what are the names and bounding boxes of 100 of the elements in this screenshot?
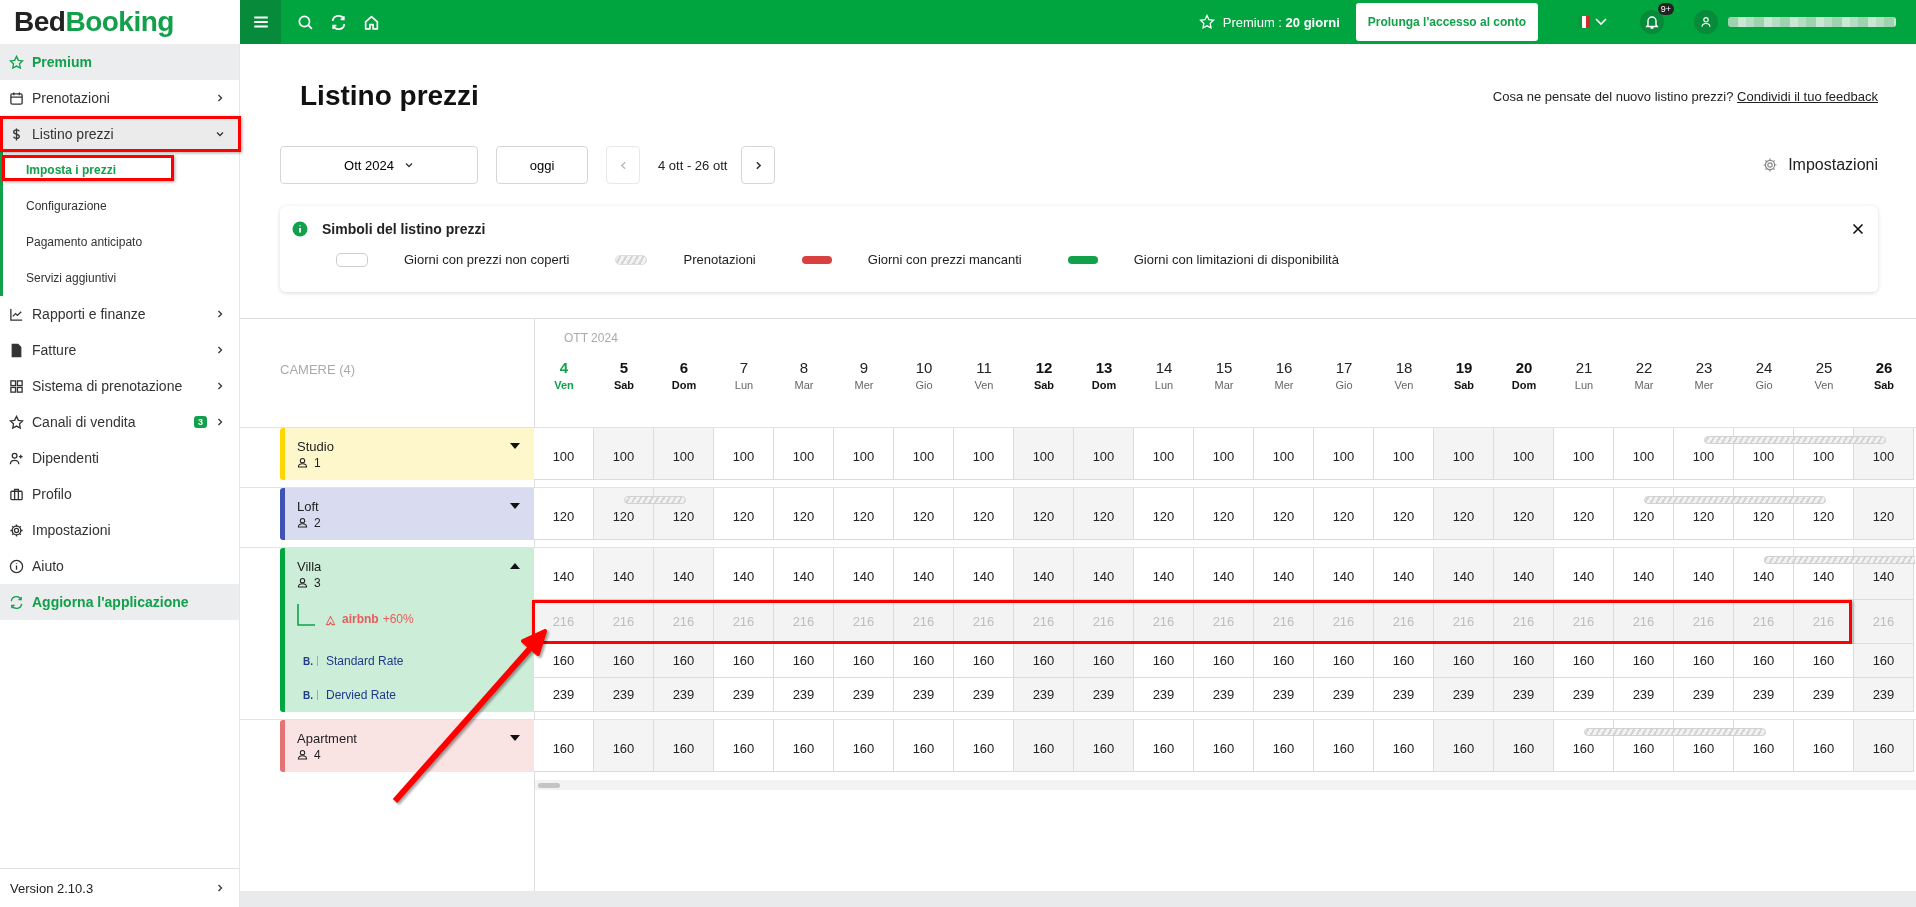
price-cell[interactable]: 120 (1254, 488, 1314, 540)
price-cell[interactable]: 140 (1734, 548, 1794, 600)
price-cell[interactable]: 120 (1554, 488, 1614, 540)
price-cell[interactable]: 100 (1374, 428, 1434, 480)
price-cell[interactable]: 100 (1614, 428, 1674, 480)
price-cell[interactable]: 120 (654, 488, 714, 540)
submenu-item[interactable]: Pagamento anticipato (3, 224, 239, 260)
submenu-item[interactable]: Servizi aggiuntivi (3, 260, 239, 296)
price-cell[interactable]: 160 (1134, 644, 1194, 678)
room-card[interactable]: Villa 3 airbnb +60% B. Standard Rate B. Dervied Rate (280, 548, 534, 712)
price-cell[interactable]: 100 (654, 428, 714, 480)
price-cell[interactable]: 100 (774, 428, 834, 480)
price-cell[interactable]: 160 (1374, 720, 1434, 772)
price-cell[interactable]: 160 (654, 720, 714, 772)
price-cell[interactable]: 160 (1014, 644, 1074, 678)
price-cell[interactable]: 160 (834, 720, 894, 772)
price-cell[interactable]: 120 (1614, 488, 1674, 540)
price-cell[interactable]: 100 (1134, 428, 1194, 480)
price-cell[interactable]: 100 (834, 428, 894, 480)
price-cell[interactable]: 239 (1134, 678, 1194, 712)
version-item[interactable]: Version 2.10.3 (0, 868, 239, 907)
price-cell[interactable]: 140 (1374, 548, 1434, 600)
price-cell[interactable]: 140 (1074, 548, 1134, 600)
price-cell[interactable]: 140 (834, 548, 894, 600)
price-cell[interactable]: 120 (1794, 488, 1854, 540)
price-cell[interactable]: 160 (534, 720, 594, 772)
price-cell[interactable]: 160 (1554, 644, 1614, 678)
language-selector[interactable] (1578, 16, 1608, 28)
price-cell[interactable]: 100 (1014, 428, 1074, 480)
price-cell[interactable]: 239 (1254, 678, 1314, 712)
price-cell[interactable]: 160 (1314, 644, 1374, 678)
price-cell[interactable]: 239 (1074, 678, 1134, 712)
price-cell[interactable]: 239 (1434, 678, 1494, 712)
price-cell[interactable]: 120 (1014, 488, 1074, 540)
price-cell[interactable]: 239 (834, 678, 894, 712)
price-cell[interactable]: 120 (1074, 488, 1134, 540)
price-cell[interactable]: 239 (714, 678, 774, 712)
price-cell[interactable]: 160 (774, 644, 834, 678)
price-cell[interactable]: 160 (714, 644, 774, 678)
price-cell[interactable]: 100 (1854, 428, 1914, 480)
sidebar-item[interactable]: Sistema di prenotazione (0, 368, 239, 404)
price-cell[interactable]: 120 (774, 488, 834, 540)
price-cell[interactable]: 120 (1134, 488, 1194, 540)
menu-button[interactable] (240, 0, 281, 44)
price-cell[interactable]: 100 (1194, 428, 1254, 480)
sidebar-item[interactable]: Dipendenti (0, 440, 239, 476)
price-cell[interactable]: 140 (1254, 548, 1314, 600)
price-cell[interactable]: 100 (714, 428, 774, 480)
price-cell[interactable]: 239 (654, 678, 714, 712)
price-cell[interactable]: 100 (1494, 428, 1554, 480)
price-cell[interactable]: 100 (1554, 428, 1614, 480)
price-cell[interactable]: 100 (1254, 428, 1314, 480)
price-cell[interactable]: 239 (1794, 678, 1854, 712)
price-cell[interactable]: 160 (894, 720, 954, 772)
price-cell[interactable]: 100 (594, 428, 654, 480)
price-cell[interactable]: 239 (1014, 678, 1074, 712)
price-cell[interactable]: 239 (1674, 678, 1734, 712)
caret-icon[interactable] (510, 735, 520, 741)
price-cell[interactable]: 239 (774, 678, 834, 712)
price-cell[interactable]: 239 (1494, 678, 1554, 712)
caret-icon[interactable] (510, 443, 520, 449)
month-select[interactable]: Ott 2024 (280, 146, 478, 184)
price-cell[interactable]: 239 (534, 678, 594, 712)
price-cell[interactable]: 120 (714, 488, 774, 540)
price-cell[interactable]: 239 (594, 678, 654, 712)
price-cell[interactable]: 160 (1074, 644, 1134, 678)
price-cell[interactable]: 160 (1734, 720, 1794, 772)
today-button[interactable]: oggi (496, 146, 588, 184)
price-cell[interactable]: 120 (534, 488, 594, 540)
price-cell[interactable]: 160 (1254, 644, 1314, 678)
price-cell[interactable]: 160 (1134, 720, 1194, 772)
close-icon[interactable] (1852, 223, 1864, 235)
price-cell[interactable]: 160 (1494, 720, 1554, 772)
price-cell[interactable]: 100 (954, 428, 1014, 480)
price-cell[interactable]: 160 (954, 644, 1014, 678)
settings-button[interactable]: Impostazioni (1762, 156, 1878, 174)
price-cell[interactable]: 140 (654, 548, 714, 600)
sidebar-item[interactable]: Aiuto (0, 548, 239, 584)
sidebar-item[interactable]: Profilo (0, 476, 239, 512)
refresh-icon[interactable] (330, 13, 347, 31)
price-cell[interactable]: 140 (1614, 548, 1674, 600)
price-cell[interactable]: 160 (1794, 720, 1854, 772)
sidebar-item[interactable]: Canali di vendita 3 (0, 404, 239, 440)
price-cell[interactable]: 120 (1374, 488, 1434, 540)
price-cell[interactable]: 120 (1434, 488, 1494, 540)
price-cell[interactable]: 140 (594, 548, 654, 600)
price-cell[interactable]: 239 (1614, 678, 1674, 712)
price-cell[interactable]: 100 (1074, 428, 1134, 480)
price-cell[interactable]: 239 (1554, 678, 1614, 712)
price-cell[interactable]: 120 (1494, 488, 1554, 540)
price-cell[interactable]: 160 (1434, 720, 1494, 772)
sidebar-item[interactable]: Rapporti e finanze (0, 296, 239, 332)
price-cell[interactable]: 140 (1554, 548, 1614, 600)
user-avatar[interactable] (1694, 10, 1718, 34)
price-cell[interactable]: 100 (1674, 428, 1734, 480)
sidebar-item[interactable]: Prenotazioni (0, 80, 239, 116)
submenu-item[interactable]: Configurazione (3, 188, 239, 224)
price-cell[interactable]: 140 (714, 548, 774, 600)
scrollbar[interactable] (534, 780, 1916, 790)
price-cell[interactable]: 160 (1854, 644, 1914, 678)
